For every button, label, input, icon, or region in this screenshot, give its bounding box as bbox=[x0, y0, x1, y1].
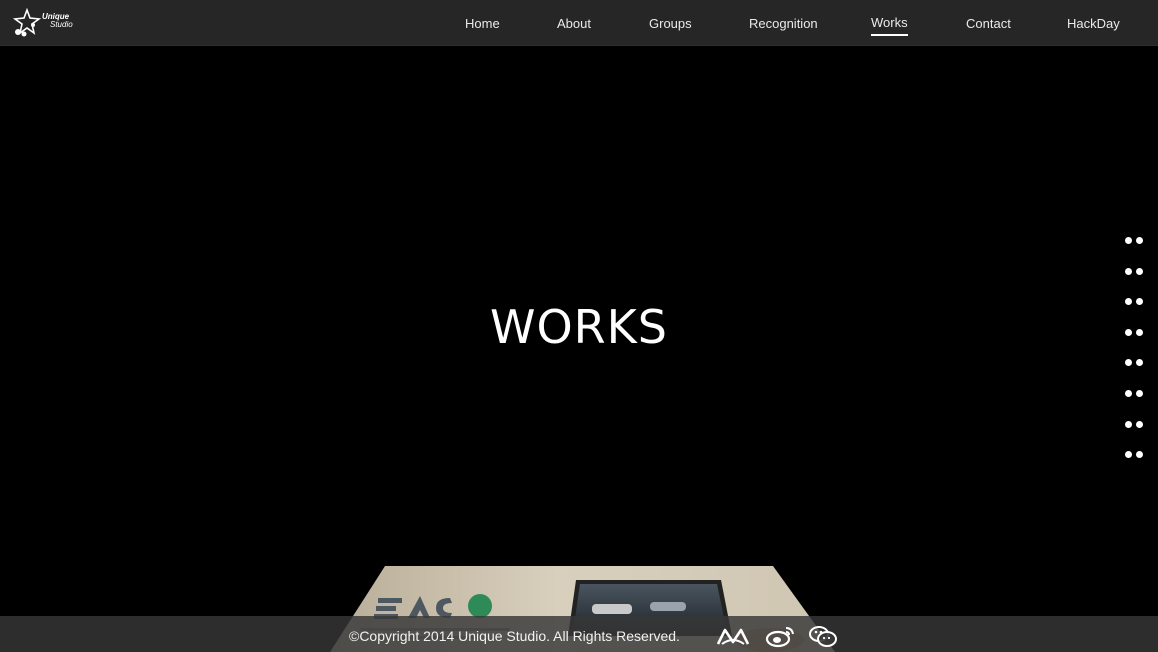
nav-item-groups[interactable]: Groups bbox=[649, 16, 692, 31]
dot-icon bbox=[1136, 451, 1143, 459]
dot-icon bbox=[1125, 237, 1132, 244]
dot-icon bbox=[1136, 389, 1143, 397]
dot-icon bbox=[1125, 420, 1132, 428]
dot-icon bbox=[1136, 237, 1143, 244]
section-title: WORKS bbox=[489, 300, 669, 354]
dot-icon bbox=[1125, 267, 1132, 275]
dot-nav-item[interactable] bbox=[1123, 265, 1147, 296]
wechat-icon[interactable] bbox=[807, 624, 841, 648]
dot-icon bbox=[1136, 328, 1143, 336]
dot-icon bbox=[1136, 267, 1143, 275]
unique-studio-logo[interactable]: Unique Studio bbox=[12, 8, 74, 38]
nav-item-works[interactable]: Works bbox=[871, 15, 908, 36]
dot-icon bbox=[1125, 328, 1132, 336]
nav-item-home[interactable]: Home bbox=[465, 16, 500, 31]
dot-icon bbox=[1136, 420, 1143, 428]
dot-nav-item[interactable] bbox=[1123, 387, 1147, 418]
dot-icon bbox=[1125, 298, 1132, 306]
footer-bar: ©Copyright 2014 Unique Studio. All Right… bbox=[0, 616, 1158, 652]
nav-item-about[interactable]: About bbox=[557, 16, 591, 31]
dot-nav-item[interactable] bbox=[1123, 448, 1147, 479]
section-dot-navigation bbox=[1123, 234, 1147, 479]
dot-nav-item[interactable] bbox=[1123, 356, 1147, 387]
dot-icon bbox=[1136, 359, 1143, 367]
nav-item-hackday[interactable]: HackDay bbox=[1067, 16, 1120, 31]
copyright-text: ©Copyright 2014 Unique Studio. All Right… bbox=[349, 628, 680, 644]
dot-nav-item[interactable] bbox=[1123, 295, 1147, 326]
dot-nav-item[interactable] bbox=[1123, 418, 1147, 449]
nav-item-recognition[interactable]: Recognition bbox=[749, 16, 818, 31]
dot-icon bbox=[1125, 451, 1132, 459]
logo-text: Unique Studio bbox=[42, 13, 73, 29]
dot-icon bbox=[1125, 389, 1132, 397]
nav-item-contact[interactable]: Contact bbox=[966, 16, 1011, 31]
dot-icon bbox=[1136, 298, 1143, 306]
dot-nav-item[interactable] bbox=[1123, 326, 1147, 357]
top-navigation-bar: Unique Studio Home About Groups Recognit… bbox=[0, 0, 1158, 46]
dot-icon bbox=[1125, 359, 1132, 367]
weibo-icon[interactable] bbox=[765, 624, 799, 648]
dribbble-like-icon[interactable] bbox=[716, 624, 750, 648]
logo-line-2: Studio bbox=[50, 20, 73, 29]
dot-nav-item[interactable] bbox=[1123, 234, 1147, 265]
logo-mark-icon bbox=[12, 8, 42, 37]
